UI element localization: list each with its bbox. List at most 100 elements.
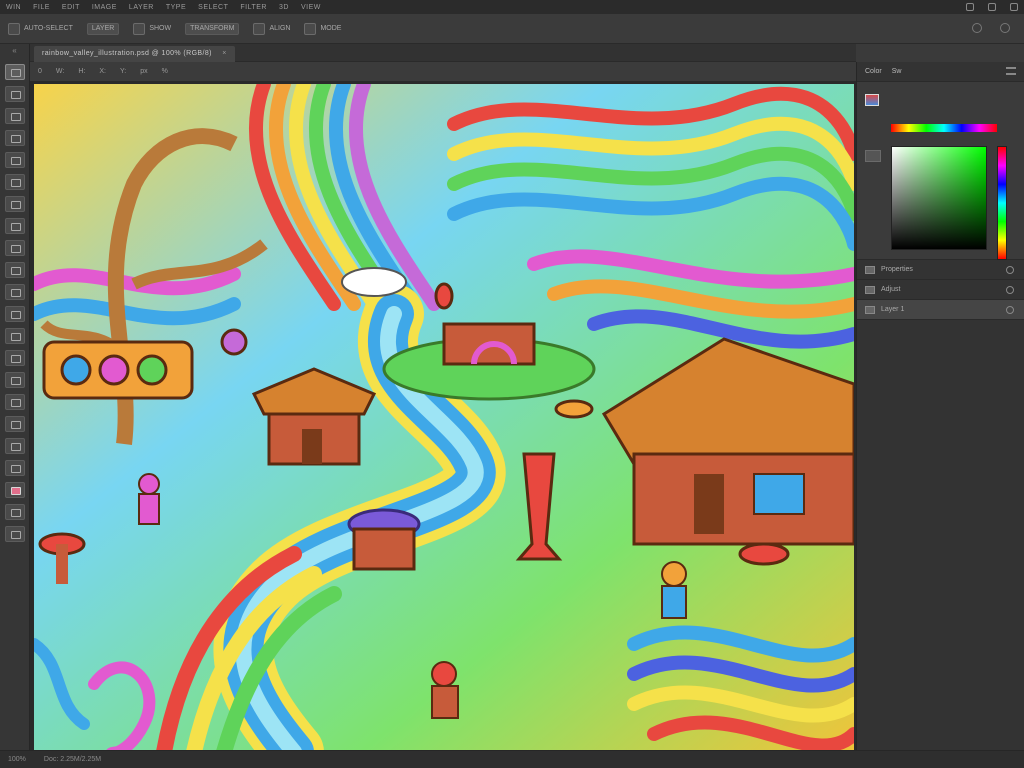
pen-tool-button[interactable] <box>4 372 25 388</box>
gazebo <box>347 508 421 571</box>
visibility-icon[interactable] <box>1006 266 1014 274</box>
panel-row-layer[interactable]: Layer 1 <box>857 300 1024 320</box>
background-color-chip[interactable] <box>865 150 881 162</box>
panel-row-properties[interactable]: Properties <box>857 260 1024 280</box>
quick-select-tool-button[interactable] <box>4 130 25 146</box>
menu-image[interactable]: IMAGE <box>92 4 117 11</box>
height-label[interactable]: H: <box>78 68 85 75</box>
maximize-icon[interactable] <box>988 3 996 11</box>
document-tab-title: rainbow_valley_illustration.psd @ 100% (… <box>42 50 212 57</box>
hand-tool-button[interactable] <box>4 460 25 476</box>
options-bar: AUTO-SELECT LAYER SHOW TRANSFORM ALIGN M… <box>0 14 1024 44</box>
move-tool-button[interactable] <box>4 64 25 80</box>
saturation-value-field[interactable] <box>891 146 987 250</box>
eyedropper-tool-button[interactable] <box>4 174 25 190</box>
search-icon[interactable] <box>972 23 982 33</box>
shape-tool-button[interactable] <box>4 438 25 454</box>
status-bar: 100% Doc: 2.25M/2.25M <box>0 750 1024 768</box>
tools-panel: « <box>0 44 30 750</box>
window-controls <box>966 0 1018 14</box>
menu-layer[interactable]: LAYER <box>129 4 154 11</box>
canvas-area[interactable] <box>30 82 856 752</box>
menu-win[interactable]: WIN <box>6 4 21 11</box>
panel-menu-icon[interactable] <box>1006 67 1016 75</box>
type-tool-button[interactable] <box>4 394 25 410</box>
panel-empty-space <box>857 322 1024 750</box>
menu-type[interactable]: TYPE <box>166 4 186 11</box>
units-label[interactable]: px <box>140 68 147 75</box>
zoom-level[interactable]: 100% <box>8 756 26 763</box>
option-value: LAYER <box>86 22 120 35</box>
visibility-icon[interactable] <box>1006 306 1014 314</box>
percent-label[interactable]: % <box>162 68 168 75</box>
option-auto-select[interactable]: AUTO-SELECT <box>8 22 73 35</box>
dodge-tool-button[interactable] <box>4 350 25 366</box>
color-picker <box>857 82 1024 260</box>
collapse-icon[interactable]: « <box>0 44 29 58</box>
document-size: Doc: 2.25M/2.25M <box>43 756 102 763</box>
color-panel: Color Sw Properties Adjust Layer 1 <box>856 62 1024 750</box>
option-show[interactable]: SHOW <box>133 22 171 35</box>
menu-edit[interactable]: EDIT <box>62 4 80 11</box>
canvas-artwork[interactable] <box>34 84 854 752</box>
close-icon[interactable] <box>1010 3 1018 11</box>
menu-3d[interactable]: 3D <box>279 4 289 11</box>
layer-thumbnail-icon <box>865 305 875 314</box>
menu-bar: WIN FILE EDIT IMAGE LAYER TYPE SELECT FI… <box>0 0 1024 14</box>
crop-tool-button[interactable] <box>4 152 25 168</box>
history-brush-tool-button[interactable] <box>4 262 25 278</box>
minimize-icon[interactable] <box>966 3 974 11</box>
gradient-tool-button[interactable] <box>4 306 25 322</box>
hue-spectrum-bar[interactable] <box>891 124 997 132</box>
option-layer[interactable]: LAYER <box>86 22 120 35</box>
blur-tool-button[interactable] <box>4 328 25 344</box>
tab-color[interactable]: Color <box>865 68 882 75</box>
lasso-tool-button[interactable] <box>4 108 25 124</box>
adjust-icon <box>865 285 875 294</box>
secondary-options: 0 W: H: X: Y: px % <box>30 62 856 82</box>
width-label[interactable]: W: <box>56 68 64 75</box>
properties-icon <box>865 265 875 274</box>
option-label: ALIGN <box>269 25 291 32</box>
cloud <box>341 267 407 297</box>
row-label: Adjust <box>881 286 901 293</box>
y-label[interactable]: Y: <box>120 68 126 75</box>
eraser-tool-button[interactable] <box>4 284 25 300</box>
row-label: Properties <box>881 266 913 273</box>
screen-mode-button[interactable] <box>4 526 25 542</box>
option-label: MODE <box>320 25 342 32</box>
option-mode[interactable]: MODE <box>304 22 342 35</box>
row-label: Layer 1 <box>881 306 905 313</box>
menu-file[interactable]: FILE <box>33 4 50 11</box>
checkbox-icon <box>133 22 146 35</box>
x-label[interactable]: X: <box>99 68 106 75</box>
option-transform[interactable]: TRANSFORM <box>185 22 240 35</box>
ruler-origin: 0 <box>38 68 42 75</box>
path-select-tool-button[interactable] <box>4 416 25 432</box>
menu-view[interactable]: VIEW <box>301 4 321 11</box>
visibility-icon[interactable] <box>1006 286 1014 294</box>
clone-tool-button[interactable] <box>4 240 25 256</box>
panel-row-adjust[interactable]: Adjust <box>857 280 1024 300</box>
document-tab[interactable]: rainbow_valley_illustration.psd @ 100% (… <box>34 46 235 62</box>
brush-tool-button[interactable] <box>4 218 25 234</box>
close-tab-icon[interactable]: × <box>222 50 227 57</box>
options-right-icons <box>972 23 1010 33</box>
quick-mask-button[interactable] <box>4 504 25 520</box>
move-tool-icon <box>8 22 20 35</box>
tab-swatches[interactable]: Sw <box>892 68 902 75</box>
signboard <box>42 340 194 400</box>
option-label: AUTO-SELECT <box>24 25 73 32</box>
document-tabs: rainbow_valley_illustration.psd @ 100% (… <box>30 44 856 62</box>
workspace-icon[interactable] <box>1000 23 1010 33</box>
marquee-tool-button[interactable] <box>4 86 25 102</box>
fg-bg-swatches <box>865 94 881 114</box>
option-align[interactable]: ALIGN <box>253 22 291 35</box>
menu-filter[interactable]: FILTER <box>240 4 267 11</box>
foreground-color-swatch[interactable] <box>4 482 25 498</box>
menu-select[interactable]: SELECT <box>198 4 228 11</box>
healing-tool-button[interactable] <box>4 196 25 212</box>
hue-slider[interactable] <box>997 146 1007 260</box>
option-value: TRANSFORM <box>185 22 240 35</box>
foreground-color-chip[interactable] <box>865 94 879 106</box>
